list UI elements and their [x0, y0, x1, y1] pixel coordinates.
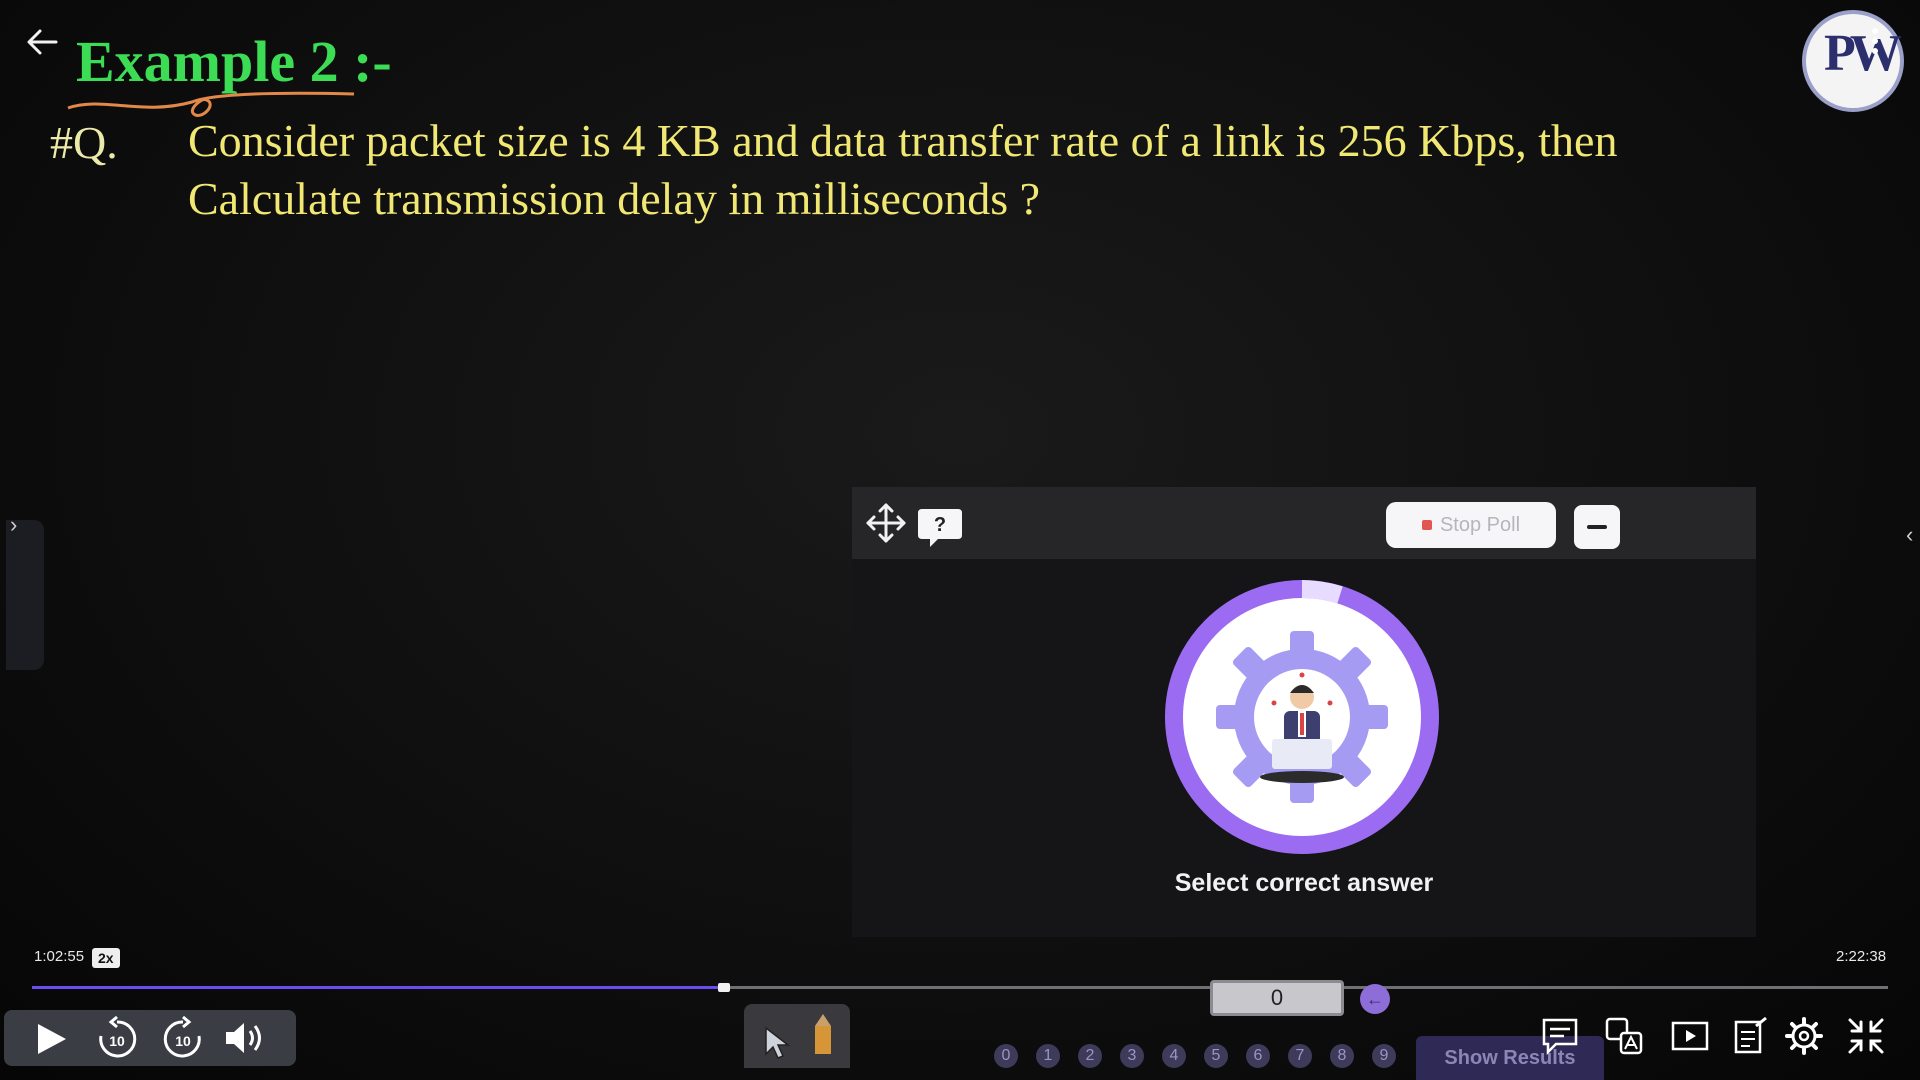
current-time: 1:02:55	[34, 948, 85, 965]
answer-option-7[interactable]: 7	[1288, 1044, 1312, 1068]
forward-label: 10	[175, 1033, 191, 1049]
pencil-icon[interactable]	[810, 1014, 836, 1058]
volume-icon[interactable]	[222, 1018, 268, 1058]
total-duration: 2:22:38	[1836, 948, 1887, 965]
translate-icon[interactable]	[1604, 1016, 1644, 1056]
answer-option-2[interactable]: 2	[1078, 1044, 1102, 1068]
chevron-left-icon[interactable]: ‹	[1906, 522, 1913, 548]
submit-arrow-icon[interactable]: ←	[1360, 984, 1390, 1014]
move-arrows-icon[interactable]	[864, 501, 908, 545]
playback-speed-badge[interactable]: 2x	[92, 948, 120, 968]
exit-fullscreen-icon[interactable]	[1846, 1016, 1886, 1056]
svg-text:?: ?	[934, 514, 946, 536]
answer-option-9[interactable]: 9	[1372, 1044, 1396, 1068]
pointer-icon[interactable]	[762, 1026, 792, 1060]
answer-option-8[interactable]: 8	[1330, 1044, 1354, 1068]
seek-bar[interactable]	[32, 983, 1888, 992]
question-prefix: #Q.	[50, 117, 118, 168]
rewind-10-icon[interactable]: 10	[94, 1016, 140, 1062]
seek-bar-thumb[interactable]	[718, 983, 731, 992]
forward-10-icon[interactable]: 10	[160, 1016, 206, 1062]
example-title: Example 2 :-	[76, 29, 392, 94]
poll-waiting-illustration	[1165, 580, 1439, 854]
answer-option-0[interactable]: 0	[994, 1044, 1018, 1068]
annotation-tools	[744, 1004, 850, 1068]
gear-icon[interactable]	[1784, 1016, 1824, 1056]
seek-bar-progress	[32, 986, 725, 989]
arrow-left-icon[interactable]	[22, 22, 62, 62]
stop-poll-button[interactable]: Stop Poll	[1386, 502, 1556, 548]
notes-icon[interactable]	[1730, 1016, 1770, 1056]
question-bubble-icon[interactable]: ?	[916, 505, 964, 549]
minus-icon	[1587, 525, 1607, 529]
pw-logo: PW	[1802, 10, 1904, 112]
playback-controls: 10 10	[4, 1010, 296, 1066]
minimize-button[interactable]	[1574, 505, 1620, 549]
answer-option-6[interactable]: 6	[1246, 1044, 1270, 1068]
kebab-icon[interactable]	[1872, 28, 1880, 58]
captions-icon[interactable]	[1540, 1016, 1580, 1056]
poll-header: ? Stop Poll	[852, 487, 1756, 559]
stop-icon	[1421, 520, 1432, 530]
stop-poll-label: Stop Poll	[1439, 513, 1521, 536]
logo-text: PW	[1824, 25, 1902, 82]
answer-option-3[interactable]: 3	[1120, 1044, 1144, 1068]
side-panel-tab[interactable]	[6, 520, 44, 670]
answer-option-4[interactable]: 4	[1162, 1044, 1186, 1068]
answer-option-5[interactable]: 5	[1204, 1044, 1228, 1068]
answer-input[interactable]: 0	[1210, 980, 1344, 1016]
question-line-2: Calculate transmission delay in millisec…	[188, 173, 1041, 224]
answer-option-1[interactable]: 1	[1036, 1044, 1060, 1068]
question-line-1: Consider packet size is 4 KB and data tr…	[188, 115, 1618, 166]
poll-panel: ? Stop Poll Select correct answer	[852, 487, 1756, 937]
video-stage: Example 2 :- #Q. Consider packet size is…	[0, 0, 1920, 1080]
play-icon[interactable]	[34, 1022, 70, 1056]
picture-in-picture-icon[interactable]	[1670, 1016, 1710, 1056]
chevron-right-icon[interactable]: ›	[10, 512, 17, 538]
poll-caption: Select correct answer	[1174, 869, 1434, 897]
rewind-label: 10	[109, 1033, 125, 1049]
